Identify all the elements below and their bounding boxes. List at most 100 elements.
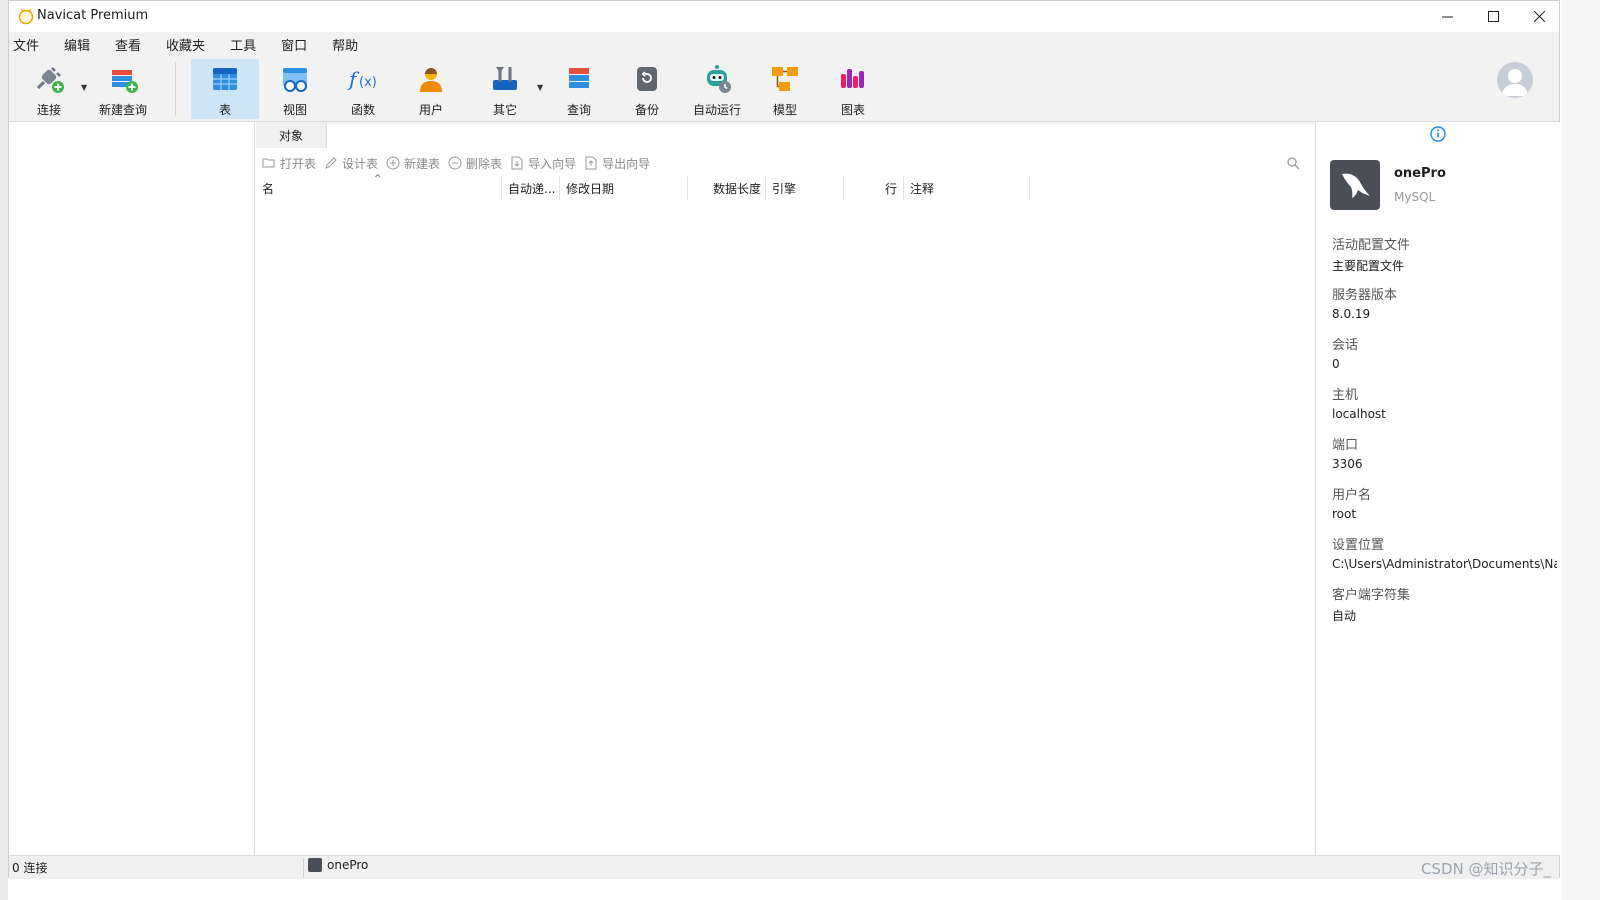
menu-window[interactable]: 窗口 [281,35,319,54]
prop-value: 自动 [1332,609,1357,623]
tab-area [326,124,1314,148]
design-table-label: 设计表 [342,156,379,171]
query-icon [569,68,589,88]
menu-bar: 文件 编辑 查看 收藏夹 工具 窗口 帮助 [9,32,1559,56]
column-header-comment[interactable]: 注释 [904,176,1030,200]
export-wizard-button[interactable]: 导出向导 [584,155,650,172]
prop-username: 用户名 root [1332,484,1557,521]
new-table-label: 新建表 [404,156,441,171]
toolbar-other-button[interactable]: 其它 ▼ [475,59,543,119]
mysql-icon [308,858,322,872]
user-icon [420,68,442,92]
prop-label: 主机 [1332,388,1359,403]
prop-label: 用户名 [1332,488,1372,503]
function-icon: f (x) [347,67,377,91]
close-button[interactable] [1516,1,1562,32]
new-table-button[interactable]: 新建表 [386,155,440,172]
maximize-button[interactable] [1470,1,1516,32]
column-engine-label: 引擎 [772,181,797,196]
prop-value: C:\Users\Administrator\Documents\Na [1332,557,1557,571]
open-table-label: 打开表 [280,156,317,171]
column-modified-date-label: 修改日期 [566,181,615,196]
menu-tools[interactable]: 工具 [230,35,268,54]
toolbar-connect-button[interactable]: 连接 ▼ [19,59,87,119]
pencil-icon [325,157,337,169]
navicat-window: Navicat Premium 文件 编辑 查看 收藏夹 工具 窗口 帮助 连接… [8,0,1562,879]
prop-server-version: 服务器版本 8.0.19 [1332,284,1557,321]
column-header-auto-increment[interactable]: 自动递... [502,176,560,200]
window-title: Navicat Premium [37,8,149,23]
column-header-name[interactable]: 名 ^ [256,174,502,200]
prop-value: 8.0.19 [1332,307,1371,321]
prop-value: root [1332,507,1357,521]
toolbar-chart-label: 图表 [840,103,865,117]
prop-port: 端口 3306 [1332,434,1557,471]
prop-value: localhost [1332,407,1386,421]
toolbar-auto-run-button[interactable]: 自动运行 [685,59,749,119]
menu-edit[interactable]: 编辑 [64,35,102,54]
objects-table-header: 名 ^ 自动递... 修改日期 数据长度 引擎 行 注释 [256,174,1314,200]
connection-tree-pane[interactable] [9,122,255,855]
import-wizard-label: 导入向导 [528,156,577,171]
toolbar-backup-button[interactable]: 备份 [617,59,677,119]
toolbar-view-button[interactable]: 视图 [265,59,325,119]
design-table-button[interactable]: 设计表 [324,155,378,172]
column-header-engine[interactable]: 引擎 [766,176,844,200]
delete-table-button[interactable]: 删除表 [448,155,502,172]
info-pane: onePro MySQL 活动配置文件 主要配置文件 服务器版本 8.0.19 … [1315,122,1560,855]
column-data-length-label: 数据长度 [712,181,761,196]
plug-icon [36,67,64,93]
model-icon [772,67,798,91]
toolbar-table-label: 表 [218,103,231,117]
chevron-down-icon[interactable]: ▼ [81,83,87,92]
menu-help[interactable]: 帮助 [332,35,370,54]
toolbar-model-label: 模型 [772,103,797,117]
tab-objects[interactable]: 对象 [256,122,326,148]
watermark: CSDN @知识分子_ [1420,860,1551,878]
menu-favorites[interactable]: 收藏夹 [166,35,217,54]
toolbar-function-button[interactable]: f (x) 函数 [333,59,393,119]
objects-pane: 对象 打开表 设计表 新建表 删除表 导入向导 导出向导 名 ^ 自动递... … [256,122,1314,855]
connection-name: onePro [1394,166,1446,181]
toolbar-auto-run-label: 自动运行 [692,103,741,117]
prop-value: 0 [1332,357,1340,371]
search-icon[interactable] [1287,157,1300,170]
import-wizard-button[interactable]: 导入向导 [510,155,576,172]
toolbar-query-button[interactable]: 查询 [549,59,609,119]
toolbar-new-query-button[interactable]: 新建查询 [93,59,153,119]
column-header-data-length[interactable]: 数据长度 [688,176,766,200]
export-wizard-label: 导出向导 [602,156,651,171]
column-header-modified-date[interactable]: 修改日期 [560,176,688,200]
tab-strip: 对象 [256,122,1314,148]
chevron-down-icon[interactable]: ▼ [537,83,543,92]
import-icon [511,156,523,170]
toolbar-table-button[interactable]: 表 [191,59,259,119]
toolbar-connect-label: 连接 [36,103,61,117]
toolbar-user-button[interactable]: 用户 [401,59,461,119]
prop-label: 设置位置 [1332,538,1385,553]
open-table-button[interactable]: 打开表 [262,155,316,172]
main-toolbar: 连接 ▼ 新建查询 表 视图 f (x) 函数 用户 其它 ▼ 查询 备份 自动… [9,56,1559,122]
toolbar-query-label: 查询 [566,103,591,117]
folder-open-icon [262,158,275,168]
toolbar-model-button[interactable]: 模型 [755,59,815,119]
delete-table-label: 删除表 [466,156,503,171]
prop-label: 会话 [1332,338,1359,353]
account-avatar[interactable] [1497,62,1533,98]
desktop-background [1562,0,1600,900]
toolbar-backup-label: 备份 [634,103,659,117]
prop-label: 端口 [1332,438,1359,453]
menu-file[interactable]: 文件 [13,35,51,54]
prop-label: 客户端字符集 [1332,588,1411,603]
toolbar-user-label: 用户 [418,103,443,117]
column-header-rows[interactable]: 行 [844,176,904,200]
prop-label: 服务器版本 [1332,288,1398,303]
chart-icon [841,69,864,88]
prop-label: 活动配置文件 [1332,238,1411,253]
plus-circle-icon [386,156,400,170]
minus-circle-icon [448,156,462,170]
toolbar-chart-button[interactable]: 图表 [823,59,883,119]
menu-view[interactable]: 查看 [115,35,153,54]
minimize-button[interactable] [1424,1,1470,32]
info-icon[interactable] [1430,126,1446,142]
